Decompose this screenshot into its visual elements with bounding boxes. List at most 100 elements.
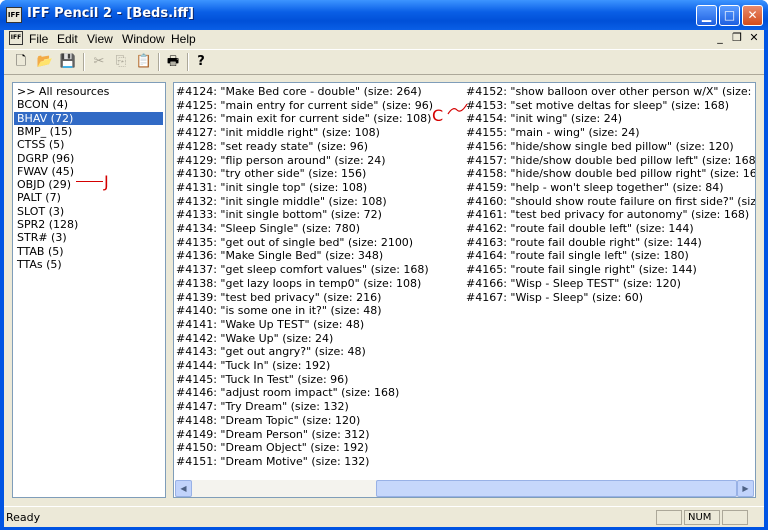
list-item[interactable]: #4141: "Wake Up TEST" (size: 48) xyxy=(176,318,364,331)
mdi-close-icon[interactable]: ✕ xyxy=(746,31,762,45)
scroll-right-icon[interactable]: ▶ xyxy=(737,480,754,497)
cut-icon[interactable]: ✂ xyxy=(90,53,108,71)
print-icon[interactable]: 🖶 xyxy=(164,53,182,71)
minimize-button[interactable]: ▁ xyxy=(696,5,717,26)
list-item[interactable]: #4156: "hide/show single bed pillow" (si… xyxy=(466,140,734,153)
toolbar-separator xyxy=(187,53,189,71)
list-item[interactable]: #4139: "test bed privacy" (size: 216) xyxy=(176,291,381,304)
menu-help[interactable]: Help xyxy=(171,32,196,46)
status-pane xyxy=(656,510,682,525)
close-button[interactable]: ✕ xyxy=(742,5,763,26)
help-icon[interactable]: ? xyxy=(192,53,210,71)
annotation-j-line xyxy=(76,181,103,182)
paste-icon[interactable]: 📋 xyxy=(135,53,153,71)
status-bar: Ready NUM xyxy=(4,506,764,527)
list-item[interactable]: #4127: "init middle right" (size: 108) xyxy=(176,126,380,139)
list-item[interactable]: #4130: "try other side" (size: 156) xyxy=(176,167,366,180)
list-item[interactable]: #4129: "flip person around" (size: 24) xyxy=(176,154,385,167)
list-item[interactable]: #4167: "Wisp - Sleep" (size: 60) xyxy=(466,291,643,304)
toolbar-separator xyxy=(83,53,85,71)
list-item[interactable]: #4132: "init single middle" (size: 108) xyxy=(176,195,387,208)
list-item[interactable]: #4164: "route fail single left" (size: 1… xyxy=(466,249,689,262)
resource-type-item[interactable]: BHAV (72) xyxy=(14,111,163,125)
resource-type-item[interactable]: FWAV (45) xyxy=(14,165,77,178)
mdi-minimize-icon[interactable]: _ xyxy=(712,31,728,45)
annotation-j: J xyxy=(104,172,109,191)
annotation-c: C xyxy=(432,106,444,125)
menu-file[interactable]: File xyxy=(29,32,48,46)
resource-type-item[interactable]: OBJD (29) xyxy=(14,178,74,191)
list-item[interactable]: #4166: "Wisp - Sleep TEST" (size: 120) xyxy=(466,277,681,290)
list-item[interactable]: #4154: "init wing" (size: 24) xyxy=(466,112,622,125)
list-item[interactable]: #4126: "main exit for current side" (siz… xyxy=(176,112,431,125)
status-pane xyxy=(722,510,748,525)
list-item[interactable]: #4155: "main - wing" (size: 24) xyxy=(466,126,640,139)
new-icon[interactable]: 🗋 xyxy=(12,53,30,71)
maximize-button[interactable]: □ xyxy=(719,5,740,26)
resource-type-item[interactable]: CTSS (5) xyxy=(14,138,67,151)
list-item[interactable]: #4144: "Tuck In" (size: 192) xyxy=(176,359,330,372)
resource-type-item[interactable]: BMP_ (15) xyxy=(14,125,75,138)
list-item[interactable]: #4135: "get out of single bed" (size: 21… xyxy=(176,236,413,249)
resource-type-item[interactable]: BCON (4) xyxy=(14,98,71,111)
list-item[interactable]: #4124: "Make Bed core - double" (size: 2… xyxy=(176,85,422,98)
resource-type-item[interactable]: TTAs (5) xyxy=(14,258,65,271)
scroll-thumb[interactable] xyxy=(376,480,737,497)
list-item[interactable]: #4148: "Dream Topic" (size: 120) xyxy=(176,414,360,427)
app-icon[interactable]: IFF xyxy=(6,7,22,23)
resource-type-item[interactable]: SPR2 (128) xyxy=(14,218,81,231)
resource-type-item[interactable]: TTAB (5) xyxy=(14,245,67,258)
list-item[interactable]: #4142: "Wake Up" (size: 24) xyxy=(176,332,333,345)
list-item[interactable]: #4152: "show balloon over other person w… xyxy=(466,85,755,98)
list-item[interactable]: #4165: "route fail single right" (size: … xyxy=(466,263,697,276)
resource-type-item[interactable]: >> All resources xyxy=(14,85,112,98)
list-item[interactable]: #4136: "Make Single Bed" (size: 348) xyxy=(176,249,383,262)
resource-type-item[interactable]: SLOT (3) xyxy=(14,205,67,218)
menu-bar: IFF File Edit View Window Help _ ❐ ✕ xyxy=(4,30,764,48)
document-icon[interactable]: IFF xyxy=(9,31,23,45)
list-item[interactable]: #4143: "get out angry?" (size: 48) xyxy=(176,345,366,358)
list-item[interactable]: #4150: "Dream Object" (size: 192) xyxy=(176,441,368,454)
menu-view[interactable]: View xyxy=(87,32,113,46)
list-item[interactable]: #4163: "route fail double right" (size: … xyxy=(466,236,702,249)
horizontal-scrollbar[interactable]: ◀ ▶ xyxy=(175,480,754,497)
list-item[interactable]: #4131: "init single top" (size: 108) xyxy=(176,181,367,194)
resource-type-list[interactable]: >> All resources BCON (4) BHAV (72) BMP_ (1… xyxy=(12,82,166,498)
list-item[interactable]: #4137: "get sleep comfort values" (size:… xyxy=(176,263,429,276)
list-item[interactable]: #4149: "Dream Person" (size: 312) xyxy=(176,428,370,441)
list-item[interactable]: #4128: "set ready state" (size: 96) xyxy=(176,140,368,153)
app-window: IFF IFF Pencil 2 - [Beds.iff] ▁ □ ✕ IFF … xyxy=(0,0,768,530)
open-icon[interactable]: 📂 xyxy=(36,53,54,71)
scroll-left-icon[interactable]: ◀ xyxy=(175,480,192,497)
copy-icon[interactable]: ⎘ xyxy=(112,53,130,71)
menu-window[interactable]: Window xyxy=(122,32,165,46)
mdi-restore-icon[interactable]: ❐ xyxy=(729,31,745,45)
list-item[interactable]: #4134: "Sleep Single" (size: 780) xyxy=(176,222,360,235)
list-item[interactable]: #4147: "Try Dream" (size: 132) xyxy=(176,400,349,413)
resource-list[interactable]: #4167: "Wisp - Sleep" (size: 60) #4166: "… xyxy=(173,82,756,498)
menu-edit[interactable]: Edit xyxy=(57,32,78,46)
list-item[interactable]: #4158: "hide/show double bed pillow righ… xyxy=(466,167,755,180)
list-item[interactable]: #4125: "main entry for current side" (si… xyxy=(176,99,433,112)
resource-type-item[interactable]: PALT (7) xyxy=(14,191,64,204)
resource-type-item[interactable]: DGRP (96) xyxy=(14,152,77,165)
list-item[interactable]: #4146: "adjust room impact" (size: 168) xyxy=(176,386,399,399)
resource-type-item[interactable]: STR# (3) xyxy=(14,231,70,244)
list-item[interactable]: #4151: "Dream Motive" (size: 132) xyxy=(176,455,369,468)
list-item[interactable]: #4160: "should show route failure on fir… xyxy=(466,195,755,208)
list-item[interactable]: #4162: "route fail double left" (size: 1… xyxy=(466,222,694,235)
list-item[interactable]: #4153: "set motive deltas for sleep" (si… xyxy=(466,99,729,112)
toolbar: 🗋 📂 💾 ✂ ⎘ 📋 🖶 ? xyxy=(4,49,764,75)
title-bar[interactable]: IFF IFF Pencil 2 - [Beds.iff] ▁ □ ✕ xyxy=(0,0,768,30)
list-item[interactable]: #4140: "is some one in it?" (size: 48) xyxy=(176,304,382,317)
list-item[interactable]: #4145: "Tuck In Test" (size: 96) xyxy=(176,373,348,386)
list-item[interactable]: #4161: "test bed privacy for autonomy" (… xyxy=(466,208,749,221)
list-item[interactable]: #4138: "get lazy loops in temp0" (size: … xyxy=(176,277,421,290)
num-lock-indicator: NUM xyxy=(684,510,720,525)
window-title: IFF Pencil 2 - [Beds.iff] xyxy=(27,6,194,21)
list-item[interactable]: #4157: "hide/show double bed pillow left… xyxy=(466,154,755,167)
save-icon[interactable]: 💾 xyxy=(59,53,77,71)
list-item[interactable]: #4159: "help - won't sleep together" (si… xyxy=(466,181,724,194)
status-text: Ready xyxy=(6,511,41,524)
list-item[interactable]: #4133: "init single bottom" (size: 72) xyxy=(176,208,382,221)
